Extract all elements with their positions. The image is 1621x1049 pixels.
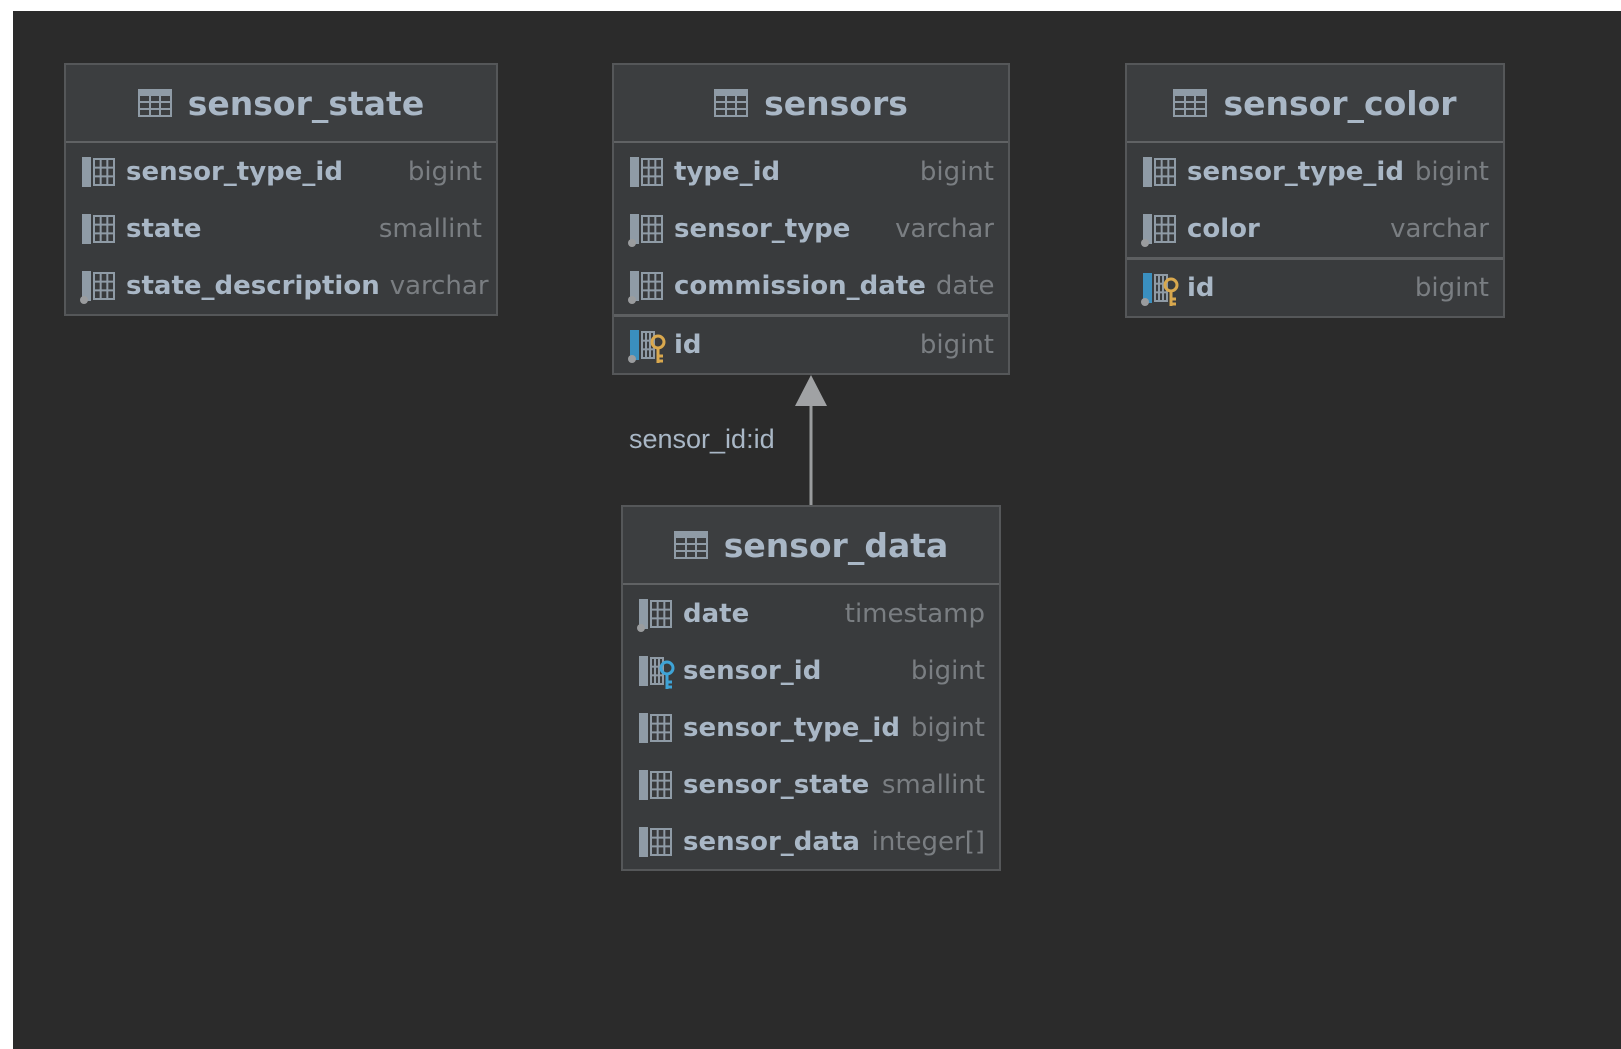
column-type: varchar [895, 213, 994, 244]
table-header[interactable]: sensor_data [623, 507, 999, 585]
column-name: sensor_data [683, 826, 860, 857]
column-list: sensor_type_id bigint color varchar id bigin… [1127, 143, 1503, 316]
column-row-sensor-type-id[interactable]: sensor_type_id bigint [623, 699, 999, 756]
table-sensors[interactable]: sensors type_id bigint sensor_type varchar c… [612, 63, 1010, 375]
column-name: state [126, 213, 202, 244]
table-sensor-data[interactable]: sensor_data date timestamp sensor_id bigin… [621, 505, 1001, 871]
column-name: sensor_type [674, 213, 851, 244]
relation-label: sensor_id:id [629, 424, 775, 454]
column-list: date timestamp sensor_id bigint sensor_type… [623, 585, 999, 870]
column-name: id [1187, 273, 1215, 303]
column-row-sensor-type-id[interactable]: sensor_type_id bigint [1127, 143, 1503, 200]
column-row-state[interactable]: state smallint [66, 200, 496, 257]
column-row-sensor-data[interactable]: sensor_data integer[] [623, 813, 999, 870]
nullable-column-icon [628, 210, 666, 248]
column-type: smallint [378, 213, 482, 244]
table-icon [1173, 89, 1208, 117]
column-name: color [1187, 213, 1260, 244]
column-name: type_id [674, 156, 781, 187]
column-type: timestamp [844, 598, 985, 629]
column-row-color[interactable]: color varchar [1127, 200, 1503, 257]
column-name: sensor_state [683, 769, 870, 800]
column-name: date [683, 598, 750, 629]
column-type: bigint [1414, 273, 1489, 303]
column-type: bigint [407, 156, 482, 187]
table-icon [137, 89, 172, 117]
column-icon [1141, 153, 1179, 191]
nullable-column-icon [80, 267, 118, 305]
column-type: date [935, 270, 995, 301]
column-row-date[interactable]: date timestamp [623, 585, 999, 642]
column-row-sensor-type-id[interactable]: sensor_type_id bigint [66, 143, 496, 200]
column-name: id [674, 330, 702, 360]
table-sensor-color[interactable]: sensor_color sensor_type_id bigint color va… [1125, 63, 1505, 318]
column-type: bigint [910, 655, 985, 686]
column-row-sensor-id[interactable]: sensor_id bigint [623, 642, 999, 699]
column-row-sensor-state[interactable]: sensor_state smallint [623, 756, 999, 813]
column-row-sensor-type[interactable]: sensor_type varchar [614, 200, 1008, 257]
column-icon [80, 210, 118, 248]
table-icon [673, 531, 708, 559]
column-type: varchar [1390, 213, 1489, 244]
column-name: sensor_type_id [126, 156, 343, 187]
column-type: integer[] [871, 826, 985, 857]
column-row-commission-date[interactable]: commission_date date [614, 257, 1008, 314]
table-name: sensor_color [1223, 83, 1457, 123]
diagram-canvas: sensor_id:id sensor_state sensor_type_id… [13, 11, 1621, 1049]
column-list: type_id bigint sensor_type varchar commissio… [614, 143, 1008, 373]
column-list: sensor_type_id bigint state smallint state_d… [66, 143, 496, 314]
primary-key-icon [1141, 269, 1179, 307]
table-name: sensors [764, 83, 908, 123]
column-name: commission_date [674, 270, 926, 301]
column-type: bigint [910, 712, 985, 743]
nullable-column-icon [1141, 210, 1179, 248]
column-type: varchar [389, 270, 489, 301]
column-icon [637, 709, 675, 747]
foreign-key-icon [637, 652, 675, 690]
column-name: state_description [126, 270, 380, 301]
column-type: bigint [1414, 156, 1489, 187]
column-name: sensor_type_id [1187, 156, 1404, 187]
column-name: sensor_type_id [683, 712, 900, 743]
table-header[interactable]: sensor_color [1127, 65, 1503, 143]
column-row-type-id[interactable]: type_id bigint [614, 143, 1008, 200]
table-header[interactable]: sensor_state [66, 65, 496, 143]
column-type: bigint [919, 156, 994, 187]
column-icon [628, 153, 666, 191]
column-type: smallint [881, 769, 985, 800]
table-header[interactable]: sensors [614, 65, 1008, 143]
column-type: bigint [919, 330, 994, 360]
column-row-state-description[interactable]: state_description varchar [66, 257, 496, 314]
primary-key-icon [628, 326, 666, 364]
column-icon [637, 766, 675, 804]
nullable-column-icon [628, 267, 666, 305]
nullable-column-icon [637, 595, 675, 633]
column-icon [80, 153, 118, 191]
column-name: sensor_id [683, 655, 822, 686]
table-icon [714, 89, 749, 117]
column-row-id[interactable]: id bigint [1127, 257, 1503, 316]
column-row-id[interactable]: id bigint [614, 314, 1008, 373]
table-name: sensor_state [187, 83, 425, 123]
column-icon [637, 823, 675, 861]
table-name: sensor_data [723, 525, 949, 565]
table-sensor-state[interactable]: sensor_state sensor_type_id bigint state sm… [64, 63, 498, 316]
